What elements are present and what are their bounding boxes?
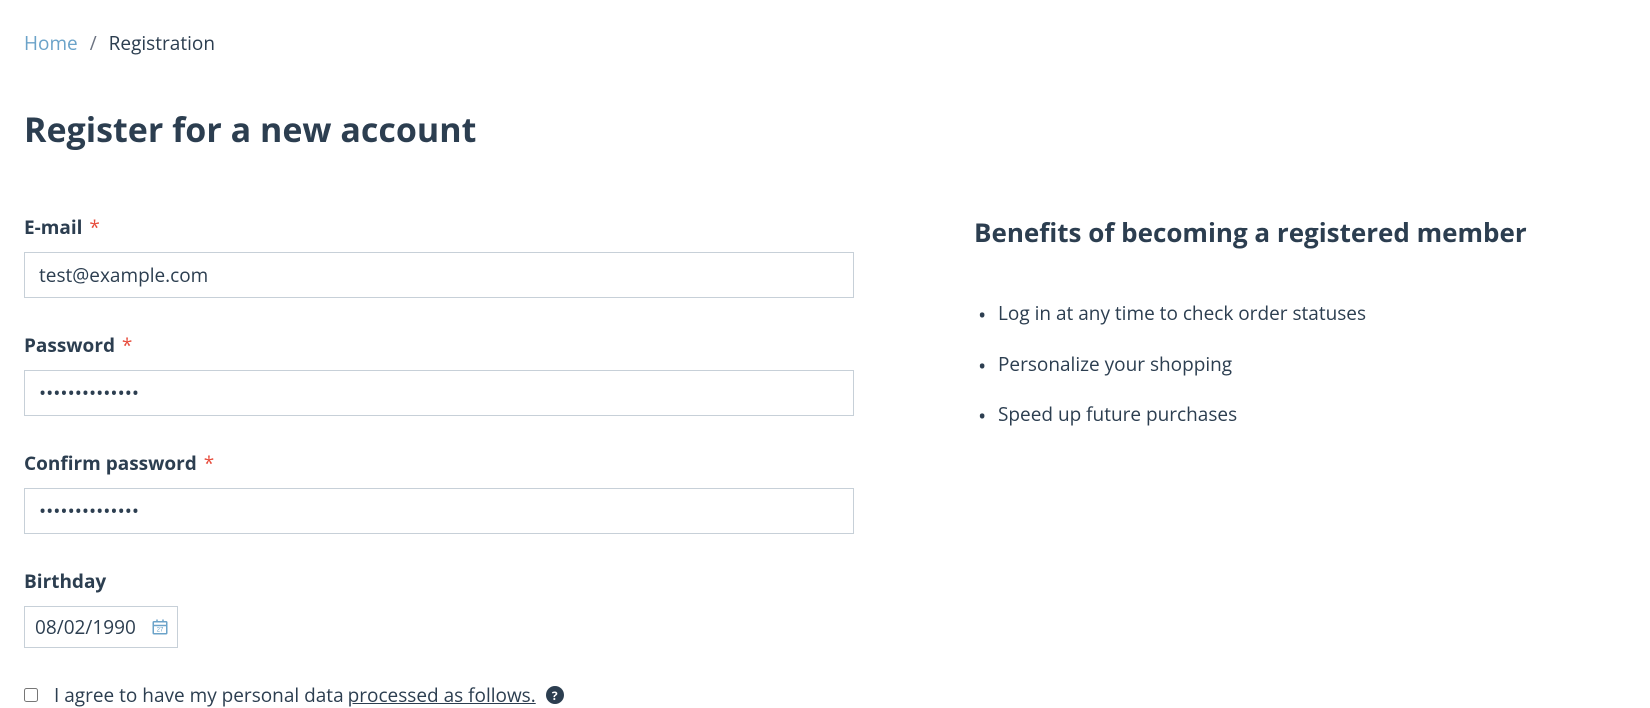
email-label-text: E-mail — [24, 214, 82, 240]
consent-row: I agree to have my personal data process… — [24, 682, 854, 708]
breadcrumb: Home / Registration — [0, 0, 1650, 56]
birthday-field-wrap[interactable]: 27 — [24, 606, 178, 648]
help-icon[interactable]: ? — [546, 686, 564, 704]
birthday-group: Birthday 27 — [24, 568, 854, 648]
password-label: Password * — [24, 332, 854, 358]
registration-form: E-mail * Password * Confirm password * — [24, 214, 854, 708]
breadcrumb-home-link[interactable]: Home — [24, 30, 78, 56]
confirm-password-label: Confirm password * — [24, 450, 854, 476]
breadcrumb-current: Registration — [109, 30, 215, 56]
password-label-text: Password — [24, 332, 115, 358]
password-group: Password * — [24, 332, 854, 416]
benefits-list: Log in at any time to check order status… — [974, 300, 1626, 428]
consent-link[interactable]: processed as follows. — [348, 682, 536, 708]
birthday-field[interactable] — [35, 614, 145, 640]
password-field[interactable] — [24, 370, 854, 416]
required-star-icon: * — [122, 332, 132, 358]
email-group: E-mail * — [24, 214, 854, 298]
list-item: Personalize your shopping — [998, 351, 1626, 378]
benefits-section: Benefits of becoming a registered member… — [974, 214, 1626, 708]
calendar-icon[interactable]: 27 — [151, 618, 169, 636]
consent-prefix: I agree to have my personal data — [54, 682, 344, 708]
breadcrumb-separator: / — [90, 30, 97, 56]
consent-text: I agree to have my personal data process… — [54, 682, 564, 708]
page-title: Register for a new account — [0, 56, 1650, 152]
required-star-icon: * — [204, 450, 214, 476]
confirm-password-label-text: Confirm password — [24, 450, 197, 476]
benefits-title: Benefits of becoming a registered member — [974, 214, 1626, 250]
email-field[interactable] — [24, 252, 854, 298]
confirm-password-group: Confirm password * — [24, 450, 854, 534]
confirm-password-field[interactable] — [24, 488, 854, 534]
consent-checkbox[interactable] — [24, 688, 38, 702]
svg-text:27: 27 — [157, 628, 164, 634]
birthday-label: Birthday — [24, 568, 854, 594]
list-item: Log in at any time to check order status… — [998, 300, 1626, 327]
email-label: E-mail * — [24, 214, 854, 240]
list-item: Speed up future purchases — [998, 401, 1626, 428]
required-star-icon: * — [89, 214, 99, 240]
